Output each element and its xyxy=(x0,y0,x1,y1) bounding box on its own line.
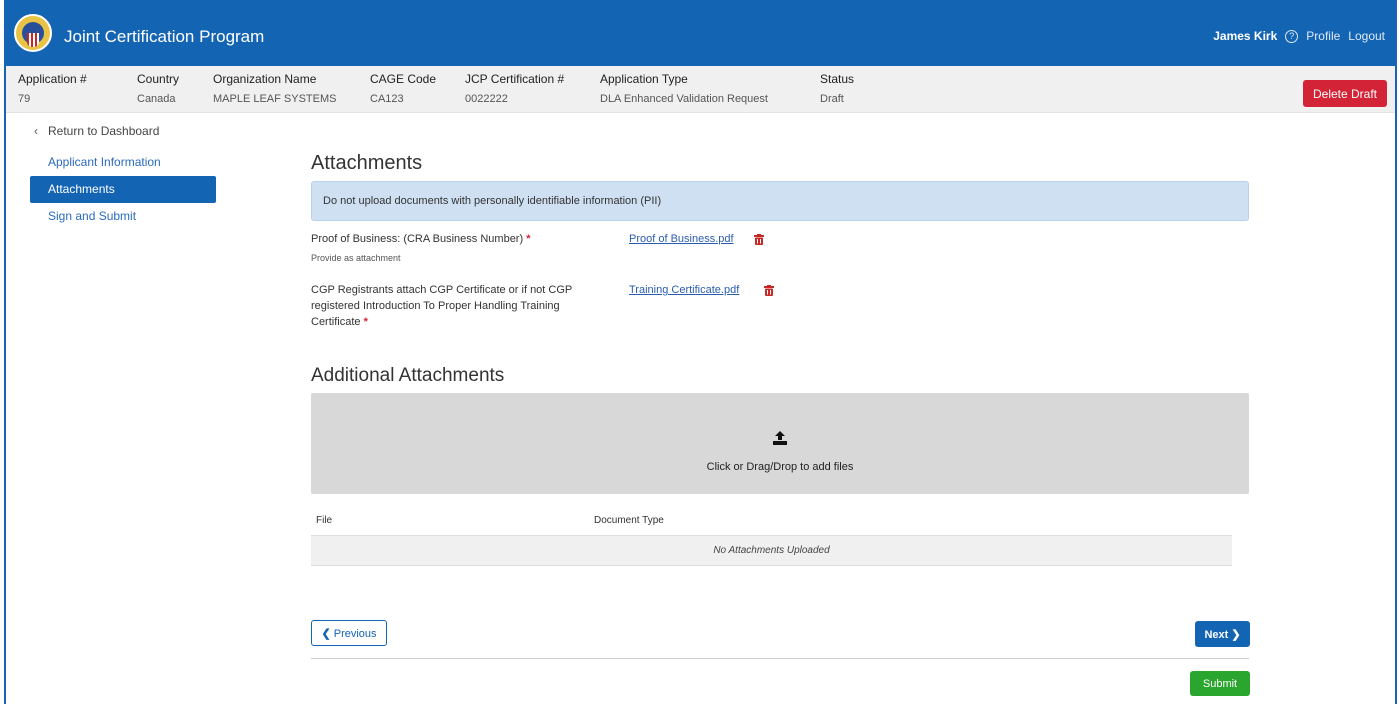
profile-link[interactable]: Profile xyxy=(1306,29,1340,43)
upload-icon xyxy=(773,431,787,445)
column-header-document-type: Document Type xyxy=(594,515,664,526)
trash-icon[interactable] xyxy=(754,234,764,245)
pii-warning-alert: Do not upload documents with personally … xyxy=(311,181,1249,221)
proof-of-business-hint: Provide as attachment xyxy=(311,253,401,263)
chevron-left-icon: ❮ xyxy=(321,627,331,640)
dla-seal-logo-icon xyxy=(14,14,52,52)
user-name: James Kirk xyxy=(1213,29,1278,43)
divider xyxy=(311,658,1249,659)
required-marker: * xyxy=(363,316,368,328)
jcp-certification-number: JCP Certification # 0022222 xyxy=(465,72,565,105)
table-divider xyxy=(311,565,1232,566)
file-dropzone[interactable]: Click or Drag/Drop to add files xyxy=(311,393,1249,494)
sidebar-item-applicant-information[interactable]: Applicant Information xyxy=(30,149,216,176)
previous-button[interactable]: ❮ Previous xyxy=(311,620,387,646)
next-button[interactable]: Next ❯ xyxy=(1195,621,1250,647)
sidebar-item-sign-and-submit[interactable]: Sign and Submit xyxy=(30,203,216,230)
chevron-left-icon: ‹ xyxy=(34,124,38,138)
sidebar-item-attachments[interactable]: Attachments xyxy=(30,176,216,203)
trash-icon[interactable] xyxy=(764,285,774,296)
organization-name: Organization Name MAPLE LEAF SYSTEMS xyxy=(213,72,337,105)
return-to-dashboard-label: Return to Dashboard xyxy=(48,124,160,138)
chevron-right-icon: ❯ xyxy=(1231,628,1241,641)
logout-link[interactable]: Logout xyxy=(1348,29,1385,43)
help-icon[interactable]: ? xyxy=(1285,29,1299,43)
empty-table-row: No Attachments Uploaded xyxy=(311,536,1232,565)
top-navbar: Joint Certification Program James Kirk ?… xyxy=(6,0,1395,66)
page-title: Attachments xyxy=(311,152,423,174)
delete-draft-button[interactable]: Delete Draft xyxy=(1303,80,1387,107)
user-menu: James Kirk ? Profile Logout xyxy=(1213,29,1385,43)
required-marker: * xyxy=(526,233,531,245)
return-to-dashboard-link[interactable]: ‹ Return to Dashboard xyxy=(34,124,159,138)
cage-code: CAGE Code CA123 xyxy=(370,72,437,105)
status: Status Draft xyxy=(820,72,855,105)
app-title[interactable]: Joint Certification Program xyxy=(64,27,264,47)
submit-button[interactable]: Submit xyxy=(1190,671,1250,696)
application-type: Application Type DLA Enhanced Validation… xyxy=(600,72,768,105)
application-number: Application # 79 xyxy=(18,72,87,105)
additional-attachments-title: Additional Attachments xyxy=(311,365,505,386)
proof-of-business-label: Proof of Business: (CRA Business Number)… xyxy=(311,233,531,245)
dropzone-label: Click or Drag/Drop to add files xyxy=(706,461,854,473)
proof-of-business-file-link[interactable]: Proof of Business.pdf xyxy=(629,233,734,245)
training-certificate-file-link[interactable]: Training Certificate.pdf xyxy=(629,284,739,296)
application-summary-bar: Application # 79 Country Canada Organiza… xyxy=(6,66,1395,113)
app-window: Joint Certification Program James Kirk ?… xyxy=(4,0,1397,704)
training-certificate-label: CGP Registrants attach CGP Certificate o… xyxy=(311,284,573,328)
country: Country Canada xyxy=(137,72,180,105)
column-header-file: File xyxy=(316,515,333,526)
